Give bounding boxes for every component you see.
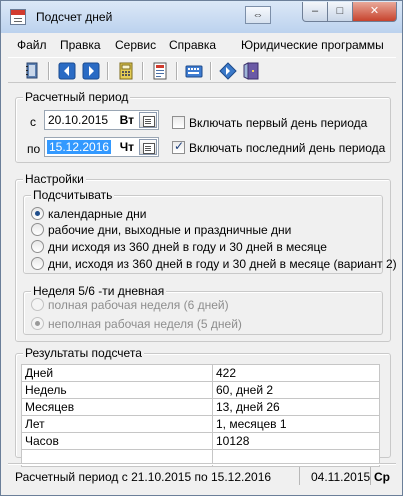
menu-bar: Файл Правка Сервис Справка Юридические п… xyxy=(8,35,396,55)
count-calendar-days-radio[interactable] xyxy=(31,207,44,220)
result-name: Месяцев xyxy=(21,398,213,416)
full-week-label[interactable]: полная рабочая неделя (6 дней) xyxy=(48,298,229,312)
result-name: Недель xyxy=(21,381,213,399)
menu-file[interactable]: Файл xyxy=(17,38,47,52)
result-name: Дней xyxy=(21,364,213,382)
app-calendar-icon xyxy=(10,9,26,25)
status-separator xyxy=(299,467,300,485)
count-calendar-days-label[interactable]: календарные дни xyxy=(48,207,146,221)
count-360-days-label[interactable]: дни исходя из 360 дней в году и 30 дней … xyxy=(48,240,327,254)
menu-service[interactable]: Сервис xyxy=(115,38,156,52)
snap-arrows-icon[interactable]: ⇔ xyxy=(245,6,271,24)
result-value: 422 xyxy=(212,364,380,382)
table-row[interactable]: Часов 10128 xyxy=(21,432,380,450)
include-first-day-label[interactable]: Включать первый день периода xyxy=(189,116,367,130)
diamond-arrow-icon[interactable] xyxy=(219,62,237,80)
include-first-day-checkbox[interactable] xyxy=(172,116,185,129)
window-title: Подсчет дней xyxy=(36,10,113,24)
keyboard-icon[interactable] xyxy=(185,62,203,80)
result-value: 13, дней 26 xyxy=(212,398,380,416)
to-calendar-icon[interactable] xyxy=(139,139,157,155)
exit-door-icon[interactable] xyxy=(242,62,260,80)
include-last-day-label[interactable]: Включать последний день периода xyxy=(189,141,385,155)
table-row[interactable]: Недель 60, дней 2 xyxy=(21,381,380,399)
toolbar-separator xyxy=(142,62,143,80)
status-period-text: Расчетный период с 21.10.2015 по 15.12.2… xyxy=(15,470,272,484)
menu-legal-programs[interactable]: Юридические программы xyxy=(241,38,384,52)
toolbar xyxy=(8,57,396,83)
partial-week-radio[interactable] xyxy=(31,317,44,330)
count-360-days-v2-radio[interactable] xyxy=(31,257,44,270)
result-name: Лет xyxy=(21,415,213,433)
notebook-icon[interactable] xyxy=(23,62,41,80)
settings-group-label: Настройки xyxy=(23,172,86,186)
from-calendar-icon[interactable] xyxy=(139,112,157,128)
toolbar-separator xyxy=(107,62,108,80)
toolbar-separator xyxy=(176,62,177,80)
result-value: 1, месяцев 1 xyxy=(212,415,380,433)
close-button[interactable]: ✕ xyxy=(353,2,397,22)
forward-arrow-icon[interactable] xyxy=(82,62,100,80)
week-mode-label: Неделя 5/6 -ти дневная xyxy=(31,284,167,298)
period-group-label: Расчетный период xyxy=(23,90,131,104)
table-row[interactable]: Лет 1, месяцев 1 xyxy=(21,415,380,433)
status-date: 04.11.2015 xyxy=(311,470,371,484)
status-day-of-week: Ср xyxy=(374,470,390,484)
status-separator xyxy=(370,467,371,485)
maximize-button[interactable]: □ xyxy=(328,2,353,22)
to-day-of-week: Чт xyxy=(119,140,134,154)
caption-buttons: ‒ □ ✕ xyxy=(302,2,397,22)
count-mode-label: Подсчитывать xyxy=(31,188,115,202)
from-date-input[interactable]: 20.10.2015 Вт xyxy=(44,110,159,130)
status-bar: Расчетный период с 21.10.2015 по 15.12.2… xyxy=(8,463,396,487)
from-day-of-week: Вт xyxy=(119,113,134,127)
partial-week-label[interactable]: неполная рабочая неделя (5 дней) xyxy=(48,317,242,331)
calculator-icon[interactable] xyxy=(117,62,135,80)
app-window: Подсчет дней ⇔ ‒ □ ✕ Файл Правка Сервис … xyxy=(0,0,403,496)
count-360-days-v2-label[interactable]: дни, исходя из 360 дней в году и 30 дней… xyxy=(48,257,397,271)
to-date-input[interactable]: 15.12.2016 Чт xyxy=(44,137,159,157)
results-group-label: Результаты подсчета xyxy=(23,346,144,360)
back-arrow-icon[interactable] xyxy=(58,62,76,80)
title-bar[interactable]: Подсчет дней ⇔ ‒ □ ✕ xyxy=(1,1,402,33)
count-working-days-label[interactable]: рабочие дни, выходные и праздничные дни xyxy=(48,223,291,237)
menu-edit[interactable]: Правка xyxy=(60,38,101,52)
table-row[interactable]: Месяцев 13, дней 26 xyxy=(21,398,380,416)
document-icon[interactable] xyxy=(151,62,169,80)
result-name: Часов xyxy=(21,432,213,450)
results-table: Дней 422 Недель 60, дней 2 Месяцев 13, д… xyxy=(21,364,380,467)
toolbar-separator xyxy=(210,62,211,80)
minimize-button[interactable]: ‒ xyxy=(302,2,328,22)
count-360-days-radio[interactable] xyxy=(31,240,44,253)
from-date-value: 20.10.2015 xyxy=(48,113,109,127)
to-date-value: 15.12.2016 xyxy=(47,140,112,154)
include-last-day-checkbox[interactable] xyxy=(172,139,185,154)
from-date-label: с xyxy=(30,115,36,129)
table-row[interactable]: Дней 422 xyxy=(21,364,380,382)
count-working-days-radio[interactable] xyxy=(31,223,44,236)
full-week-radio[interactable] xyxy=(31,298,44,311)
to-date-label: по xyxy=(27,142,41,156)
toolbar-separator xyxy=(48,62,49,80)
result-value: 10128 xyxy=(212,432,380,450)
menu-help[interactable]: Справка xyxy=(169,38,216,52)
result-value: 60, дней 2 xyxy=(212,381,380,399)
